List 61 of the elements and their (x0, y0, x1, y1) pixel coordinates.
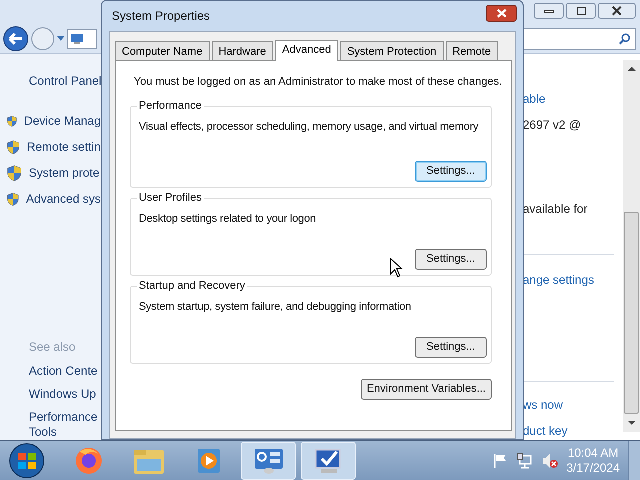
task-link[interactable]: System prote (29, 164, 100, 182)
shield-icon (7, 164, 22, 182)
restore-button[interactable] (566, 3, 596, 19)
group-title: User Profiles (137, 190, 204, 204)
group-description: Visual effects, processor scheduling, memory usage, and virtual memory (139, 120, 479, 134)
network-icon[interactable] (516, 452, 533, 468)
scrollbar[interactable] (623, 60, 640, 432)
task-link[interactable]: Remote settin (26, 138, 101, 156)
content-text: available for (523, 201, 589, 218)
muted-speaker-icon[interactable] (540, 452, 559, 468)
group-description: System startup, system failure, and debugging information (139, 300, 412, 314)
content-link[interactable]: able (523, 90, 618, 108)
group-title: Performance (137, 98, 204, 112)
clock-time: 10:04 AM (568, 446, 619, 460)
see-also-link[interactable]: Performance Tools (29, 410, 99, 440)
tab[interactable]: Advanced (275, 40, 338, 61)
see-also-heading: See also (29, 339, 77, 356)
minimize-button[interactable] (534, 3, 564, 19)
content-link[interactable]: duct key (523, 422, 618, 440)
task-link[interactable]: Device Manag (24, 112, 101, 130)
close-button[interactable] (598, 3, 636, 19)
scrollbar-thumb[interactable] (624, 212, 639, 414)
close-icon (496, 8, 506, 18)
shield-icon (7, 190, 20, 208)
clock-date: 3/17/2024 (566, 460, 620, 476)
back-button[interactable] (3, 26, 29, 52)
content-text: 2697 v2 @ (523, 117, 582, 134)
start-button[interactable] (7, 442, 47, 480)
media-player-icon (196, 446, 222, 474)
group-description: Desktop settings related to your logon (139, 212, 316, 226)
tab[interactable]: Remote (446, 41, 498, 60)
search-icon (619, 33, 631, 46)
tab[interactable]: System Protection (340, 41, 444, 60)
see-also-link[interactable]: Windows Up (29, 387, 99, 402)
flag-icon[interactable] (492, 452, 509, 468)
close-icon (612, 6, 622, 16)
admin-notice: You must be logged on as an Administrator to make most of these changes. (134, 75, 504, 90)
scroll-up-icon[interactable] (628, 66, 636, 72)
shield-icon (7, 138, 20, 156)
dropdown-arrow-icon[interactable] (57, 36, 65, 42)
tab[interactable]: Hardware (212, 41, 274, 60)
firefox-icon (74, 446, 104, 476)
environment-variables-button[interactable]: Environment Variables... (360, 378, 492, 400)
control-panel-home-link[interactable]: Control Panel (29, 72, 101, 90)
taskbar-button[interactable] (241, 442, 296, 480)
control-panel-icon (252, 446, 284, 474)
see-also-link[interactable]: Action Cente (29, 364, 99, 379)
settings-button[interactable]: Settings... (415, 336, 487, 358)
task-link[interactable]: Advanced sys (26, 190, 101, 208)
dialog-title: System Properties (112, 8, 210, 25)
taskbar-button[interactable] (301, 442, 356, 480)
group-title: Startup and Recovery (137, 278, 248, 292)
computer-icon (70, 33, 84, 46)
address-bar[interactable] (67, 29, 97, 50)
close-button[interactable] (486, 4, 517, 22)
mouse-cursor-icon (390, 258, 403, 278)
scroll-down-icon[interactable] (628, 420, 636, 426)
content-link[interactable]: ange settings (523, 271, 618, 289)
tab[interactable]: Computer Name (115, 41, 210, 60)
settings-button[interactable]: Settings... (415, 248, 487, 270)
settings-button[interactable]: Settings... (415, 160, 487, 182)
